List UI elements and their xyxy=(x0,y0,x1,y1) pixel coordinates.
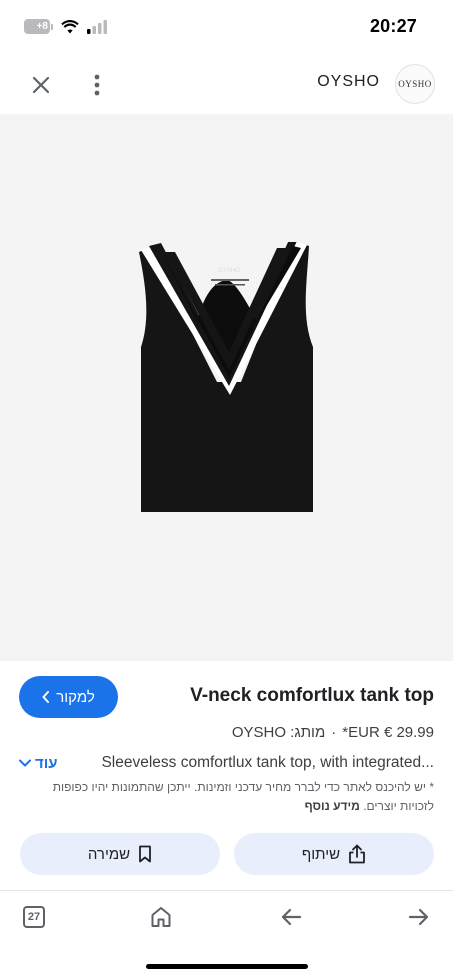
brand-text: מותג: OYSHO xyxy=(231,724,326,741)
source-button-label: למקור xyxy=(56,688,95,706)
product-image-area[interactable]: OYSHO xyxy=(0,114,453,661)
close-button[interactable] xyxy=(26,70,56,100)
signal-icon xyxy=(87,19,107,34)
chevron-down-icon xyxy=(19,759,31,767)
description-row: עוד Sleeveless comfortlux tank top, with… xyxy=(19,752,434,774)
more-link-label: עוד xyxy=(35,754,58,772)
more-vert-icon xyxy=(94,74,100,96)
bottom-nav: 27 xyxy=(0,890,453,942)
battery-level: +8 xyxy=(36,21,48,32)
price-row: מותג: OYSHO · *EUR € 29.99 xyxy=(232,724,434,741)
top-bar: OYSHO OYSHO xyxy=(0,58,453,110)
product-details: למקור V-neck comfortlux tank top מותג: O… xyxy=(0,661,453,887)
more-info-link[interactable]: מידע נוסף xyxy=(305,799,360,813)
back-button[interactable] xyxy=(277,903,305,931)
product-title: V-neck comfortlux tank top xyxy=(190,685,434,706)
price-text: *EUR € 29.99 xyxy=(342,724,434,741)
more-options-button[interactable] xyxy=(82,70,112,100)
disclaimer: * יש להיכנס לאתר כדי לברר מחיר עדכני וזמ… xyxy=(18,778,434,816)
share-button-label: שיתוף xyxy=(301,845,341,863)
garment-label: OYSHO xyxy=(218,268,240,274)
product-image: OYSHO xyxy=(139,242,313,512)
separator: · xyxy=(331,724,337,741)
tabs-button[interactable]: 27 xyxy=(20,903,48,931)
close-icon xyxy=(32,76,50,94)
save-button[interactable]: שמירה xyxy=(20,833,220,875)
tabs-count: 27 xyxy=(23,906,45,928)
save-button-label: שמירה xyxy=(87,845,131,863)
status-bar: +8 20:27 xyxy=(0,0,453,56)
more-link[interactable]: עוד xyxy=(19,755,58,772)
chevron-left-icon xyxy=(42,691,50,703)
home-button[interactable] xyxy=(147,903,175,931)
wifi-icon xyxy=(61,19,79,33)
arrow-right-icon xyxy=(408,908,429,926)
status-icons: +8 xyxy=(24,19,107,34)
arrow-left-icon xyxy=(281,908,302,926)
site-logo[interactable]: OYSHO xyxy=(395,64,435,104)
battery-icon: +8 xyxy=(24,19,53,34)
status-time: 20:27 xyxy=(369,16,417,36)
home-icon xyxy=(151,907,171,927)
product-description: Sleeveless comfortlux tank top, with int… xyxy=(101,754,434,771)
disclaimer-text: * יש להיכנס לאתר כדי לברר מחיר עדכני וזמ… xyxy=(52,780,434,813)
home-indicator[interactable] xyxy=(146,964,308,969)
share-icon xyxy=(349,844,365,864)
site-name[interactable]: OYSHO xyxy=(317,73,380,91)
visit-source-button[interactable]: למקור xyxy=(19,676,118,718)
forward-button[interactable] xyxy=(405,903,433,931)
bookmark-icon xyxy=(139,845,152,863)
share-button[interactable]: שיתוף xyxy=(234,833,434,875)
